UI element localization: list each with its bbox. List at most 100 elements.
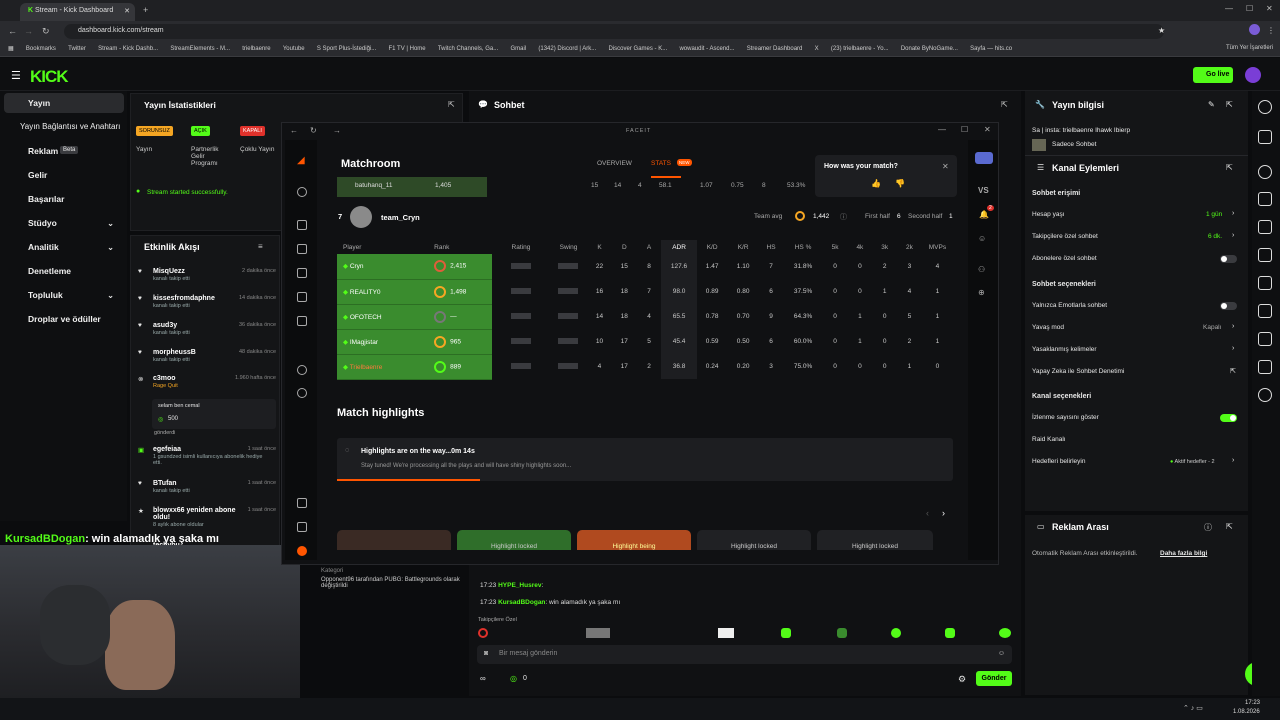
camera-icon[interactable] [1258,165,1272,179]
emote-icon[interactable] [945,628,955,638]
emote-icon[interactable] [478,628,488,638]
chat-user[interactable]: KursadBDogan [498,599,545,606]
chevron-right-icon[interactable]: › [1232,323,1234,330]
player-cell[interactable]: ◆ IMagjistar [337,329,435,355]
emote-icon[interactable] [999,628,1011,638]
external-link-icon[interactable]: ⇱ [1230,367,1236,375]
url-field[interactable]: dashboard.kick.com/stream [64,24,1164,39]
player-cell[interactable]: ◆ Cryn [337,254,435,280]
emote-only-toggle[interactable] [1220,302,1237,310]
star-icon[interactable]: ★ [1158,26,1165,35]
party-icon[interactable] [297,220,307,230]
bookmark[interactable]: Stream - Kick Dashb... [98,43,158,52]
show-viewers-toggle[interactable] [1220,414,1237,422]
bookmark[interactable]: trielbaenre [242,43,270,52]
column-header[interactable]: 2k [897,240,922,254]
chevron-down-icon[interactable]: ⌄ [107,218,114,229]
kick-logo[interactable]: KICK [30,67,69,87]
forward-icon[interactable]: → [24,26,33,36]
chat-user[interactable]: HYPE_Husrev [498,582,541,589]
popout-icon[interactable]: ⇱ [1226,100,1233,109]
learn-more-link[interactable]: Daha fazla bilgi [1160,550,1207,557]
bookmark[interactable]: S Sport Plus-İstediği... [317,43,376,52]
close-icon[interactable]: ✕ [942,162,949,171]
column-header[interactable]: K/D [697,240,728,254]
ai-mod-label[interactable]: Yapay Zeka ile Sohbet Denetimi [1032,368,1124,375]
sidebar-item-topluluk[interactable]: Topluluk [28,290,63,300]
feed-user[interactable]: kissesfromdaphne [153,295,215,302]
sidebar-item-stream-key[interactable]: Yayın Bağlantısı ve Anahtarı [20,122,120,131]
column-header[interactable]: 4k [847,240,872,254]
player-cell[interactable]: ◆ REALITY0 [337,279,435,305]
sidebar-item-denetleme[interactable]: Denetleme [28,266,71,276]
column-header[interactable]: K [587,240,612,254]
sidebar-item-analitik[interactable]: Analitik [28,242,59,252]
search-icon[interactable] [297,187,307,197]
maximize-icon[interactable]: ☐ [961,125,968,134]
faceit-profile-icon[interactable] [297,546,307,556]
stats-icon[interactable] [297,292,307,302]
party-icon[interactable]: ⚇ [978,265,985,274]
highlight-card[interactable]: Highlight locked [817,530,933,550]
tab-stats[interactable]: STATS [651,160,671,167]
maximize-icon[interactable]: ☐ [1246,4,1253,13]
feed-user[interactable]: MisqUezz [153,268,185,275]
sidebar-item-studyo[interactable]: Stüdyo [28,218,57,228]
goals-label[interactable]: Hedefleri belirleyin [1032,458,1085,465]
player-cell[interactable]: ◆ Trielbaenre [337,354,435,380]
column-header[interactable]: HS % [783,240,822,254]
list-icon[interactable] [1258,304,1272,318]
banned-words-label[interactable]: Yasaklanmış kelimeler [1032,346,1097,353]
column-header[interactable]: HS [759,240,784,254]
all-bookmarks[interactable]: Tüm Yer İşaretleri [1226,45,1273,51]
column-header[interactable]: K/R [728,240,759,254]
feed-user[interactable]: blowxx66 yeniden abone oldu! [153,507,235,521]
reload-icon[interactable]: ↻ [42,26,50,37]
column-header[interactable]: ADR [661,240,697,254]
vs-icon[interactable]: VS [978,186,989,195]
bolt-icon[interactable] [1258,192,1272,206]
bookmark[interactable]: Sayfa — hits.co [970,43,1012,52]
highlight-card[interactable]: Highlight locked [457,530,571,550]
emote-icon[interactable] [781,628,791,638]
bookmark[interactable]: Bookmarks [26,43,56,52]
column-header[interactable]: Rating [492,240,550,254]
bookmark[interactable]: Twitch Channels, Ga... [438,43,498,52]
poll-icon[interactable] [1258,220,1272,234]
bookmark[interactable]: Youtube [283,43,305,52]
avatar[interactable] [975,152,993,164]
chevron-right-icon[interactable]: › [1232,345,1234,352]
chevron-right-icon[interactable]: › [942,508,945,518]
bookmark[interactable]: (23) trielbaenre - Yo... [831,43,889,52]
share-icon[interactable] [1258,388,1272,402]
edit-icon[interactable]: ✎ [1208,100,1215,109]
forward-icon[interactable]: → [333,126,341,135]
prev-player-cell[interactable]: batuhanq_11 1,405 [337,177,487,197]
close-icon[interactable]: ✕ [984,125,991,134]
info-icon[interactable] [1258,100,1272,114]
emote-icon[interactable] [891,628,901,638]
apps-icon[interactable]: ▦ [8,42,14,52]
edit-icon[interactable] [1258,130,1272,144]
player-cell[interactable]: ◆ OFOTECH [337,304,435,330]
chevron-right-icon[interactable]: › [1232,210,1234,217]
feed-user[interactable]: egefeiaa [153,446,181,453]
chat-icon[interactable] [1258,248,1272,262]
add-icon[interactable]: ⊕ [978,288,985,297]
expand-icon[interactable] [297,498,307,508]
chevron-right-icon[interactable]: › [1232,457,1234,464]
bookmark[interactable]: F1 TV | Home [388,43,425,52]
bookmark[interactable]: Donate ByNoGame... [901,43,958,52]
bookmark[interactable]: StreamElements - M... [170,43,230,52]
chevron-down-icon[interactable]: ⌄ [107,290,114,301]
popout-icon[interactable]: ⇱ [1001,100,1008,109]
points-icon[interactable]: ∞ [480,674,486,683]
thumbs-down-icon[interactable]: 👎 [895,179,905,188]
chevron-right-icon[interactable]: › [1232,232,1234,239]
emote-icon[interactable] [718,628,734,638]
shop-icon[interactable] [297,522,307,532]
emoji-icon[interactable]: ☺ [998,650,1005,657]
column-header[interactable]: A [637,240,662,254]
highlight-card[interactable]: Highlight being [577,530,691,550]
hamburger-icon[interactable]: ☰ [11,69,21,82]
